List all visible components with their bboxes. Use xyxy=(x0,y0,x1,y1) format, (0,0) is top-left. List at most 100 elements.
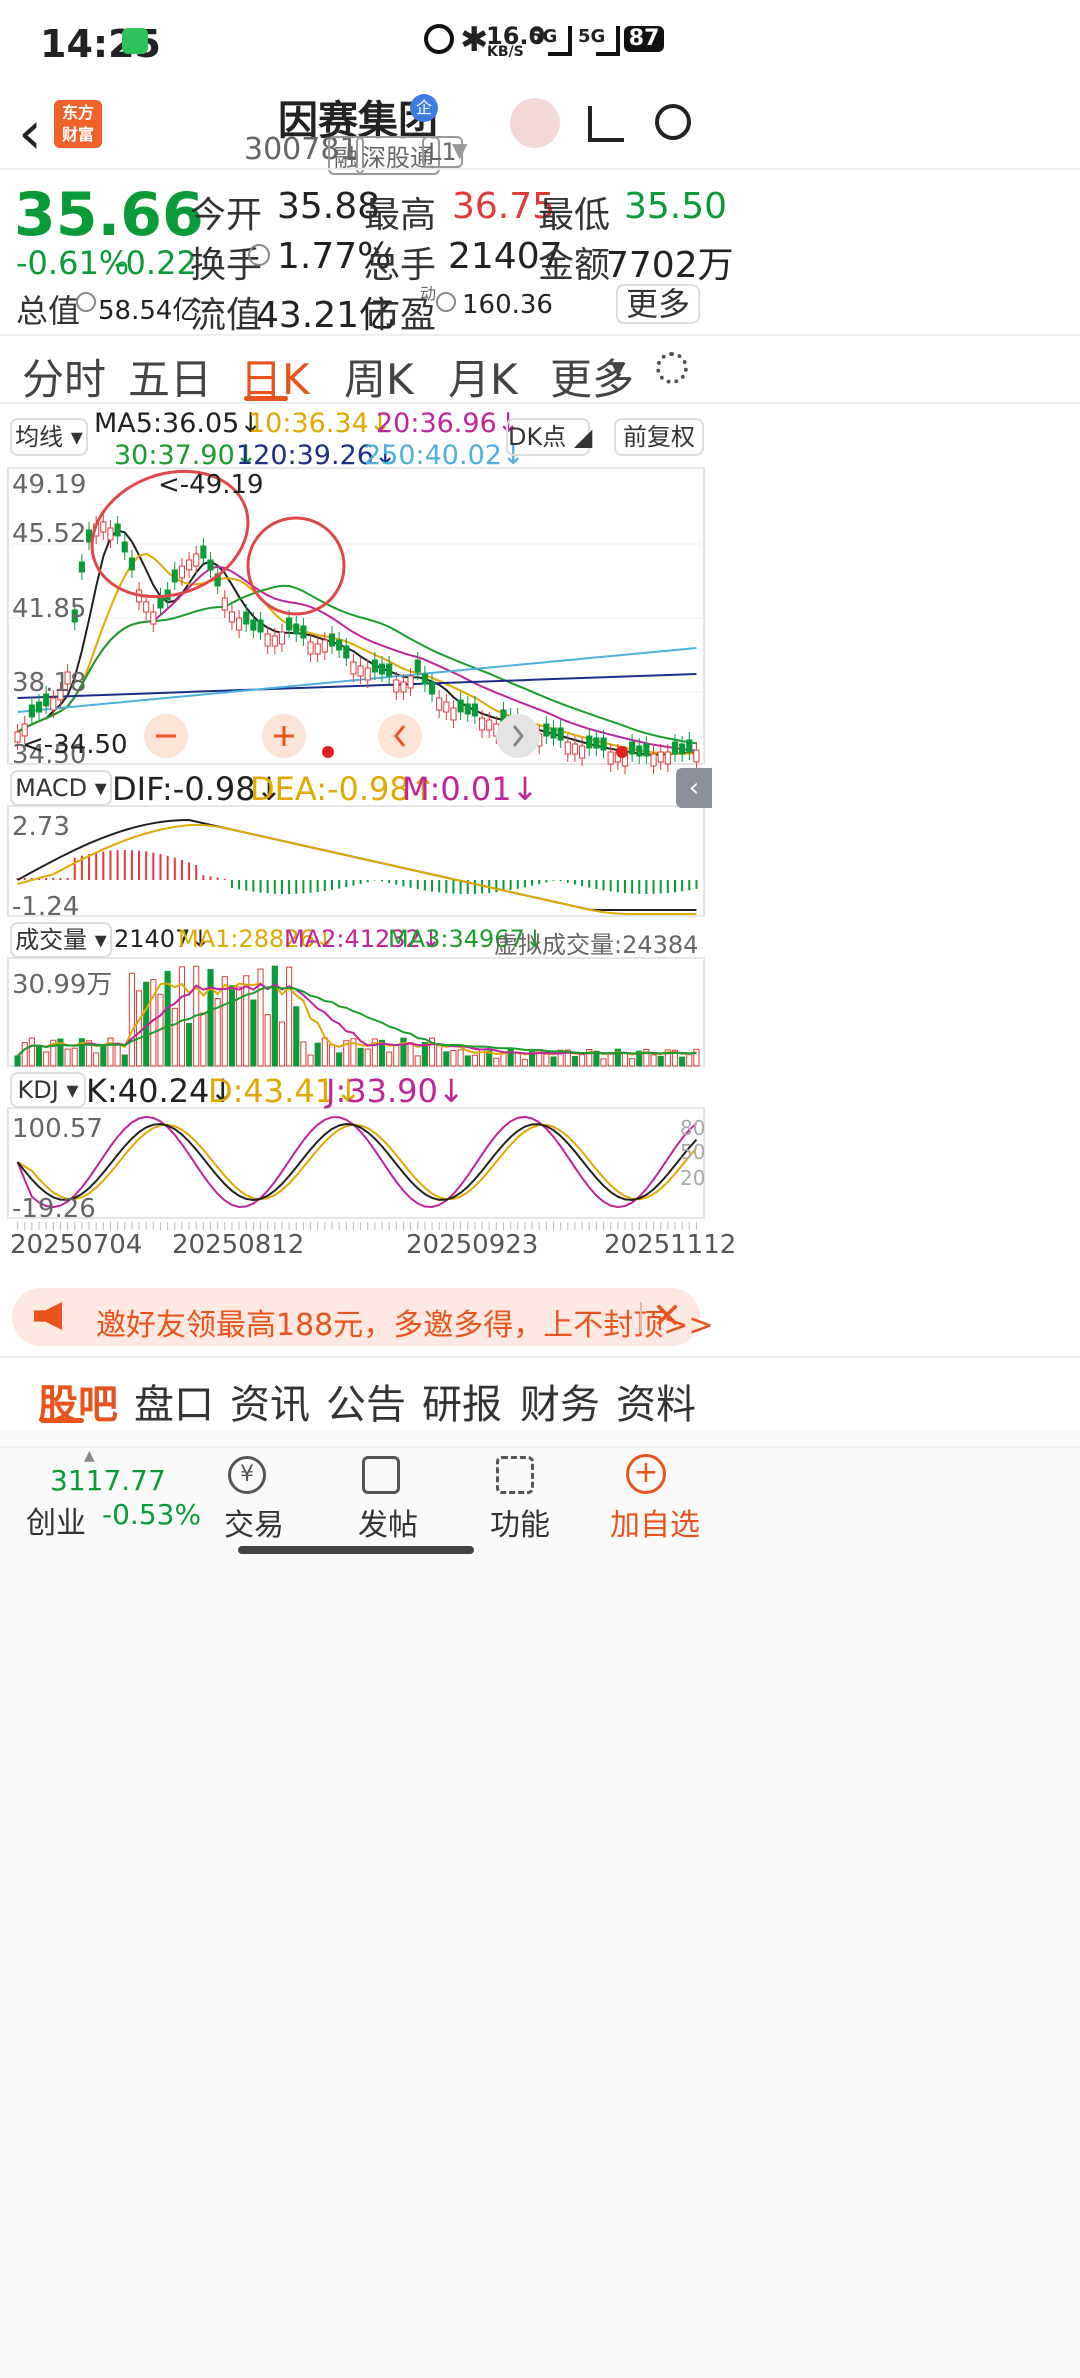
candle-body xyxy=(378,663,386,675)
post-icon[interactable] xyxy=(362,1456,400,1494)
info-icon[interactable] xyxy=(248,244,270,266)
high-label: 最高 xyxy=(364,195,437,236)
volume-bar xyxy=(100,1044,107,1067)
volume-bar xyxy=(293,1006,300,1067)
tab-financials[interactable]: 财务 xyxy=(520,1372,600,1430)
candle-body xyxy=(343,645,350,659)
candle-body xyxy=(579,745,586,759)
drawer-handle[interactable]: ‹ xyxy=(676,768,712,808)
candle-body xyxy=(471,703,478,717)
ma-selector[interactable]: 均线 ▾ xyxy=(10,418,88,456)
home-indicator xyxy=(238,1546,474,1554)
open-label: 今开 xyxy=(190,195,263,236)
assistant-avatar[interactable] xyxy=(510,98,560,148)
candle-body xyxy=(664,751,671,765)
info-icon-3[interactable] xyxy=(436,292,456,312)
share-icon[interactable] xyxy=(588,106,624,142)
scroll-right-button[interactable] xyxy=(496,714,540,758)
candle-body xyxy=(421,673,428,685)
scroll-left-button[interactable] xyxy=(378,714,422,758)
nav-functions[interactable]: 功能 xyxy=(490,1500,550,1544)
tab-research[interactable]: 研报 xyxy=(422,1372,502,1430)
tab-news[interactable]: 资讯 xyxy=(230,1372,310,1430)
kdj-ref-20: 20 xyxy=(680,1166,706,1190)
tab-announcements[interactable]: 公告 xyxy=(326,1372,406,1430)
volume-bar xyxy=(386,1051,393,1067)
back-icon[interactable]: ‹ xyxy=(18,98,42,168)
candle-body xyxy=(178,565,186,579)
kline-chart[interactable] xyxy=(0,462,712,1272)
macd-axis-top: 2.73 xyxy=(12,812,70,842)
candle-body xyxy=(286,617,293,631)
macd-selector[interactable]: MACD ▾ xyxy=(10,770,112,806)
tab-intraday[interactable]: 分时 xyxy=(22,346,106,407)
active-bottom-tab-underline xyxy=(40,1418,84,1423)
price-axis-top: 49.19 xyxy=(12,470,87,500)
date-label-1: 20250704 xyxy=(10,1230,143,1260)
volume-bar xyxy=(629,1058,636,1067)
alarm-icon xyxy=(424,24,454,54)
close-icon[interactable]: ✕ xyxy=(652,1296,682,1337)
candle-body xyxy=(321,639,328,653)
tab-orderbook[interactable]: 盘口 xyxy=(134,1372,214,1430)
volume-bar xyxy=(228,985,236,1067)
index-name: 创业 xyxy=(26,1506,86,1541)
add-watchlist-icon[interactable]: + xyxy=(626,1454,666,1494)
volume-bar xyxy=(207,969,214,1067)
nav-post[interactable]: 发帖 xyxy=(358,1500,418,1544)
trade-icon[interactable]: ¥ xyxy=(228,1456,266,1494)
candle-body xyxy=(236,617,243,631)
annotation-circle xyxy=(246,516,346,616)
vol-ma3-line xyxy=(16,985,697,1057)
volume-virtual: 虚拟成交量:24384 xyxy=(494,931,699,959)
nav-trade[interactable]: 交易 xyxy=(224,1500,284,1544)
tab-profile[interactable]: 资料 xyxy=(616,1372,696,1430)
functions-icon[interactable] xyxy=(496,1456,534,1494)
tab-five-day[interactable]: 五日 xyxy=(128,346,212,407)
candle-body xyxy=(50,697,57,711)
volume-bar xyxy=(571,1056,579,1067)
change-percent: -0.61% xyxy=(16,244,130,282)
ma5-line xyxy=(17,529,697,756)
collapse-caret[interactable]: ▲ xyxy=(84,1448,95,1464)
candle-body xyxy=(371,659,378,673)
adjust-button[interactable]: 前复权 xyxy=(614,418,704,456)
candle-body xyxy=(486,719,493,731)
settings-gear-icon[interactable] xyxy=(656,352,688,384)
promo-text[interactable]: 邀好友领最高188元，多邀多得，上不封顶>> xyxy=(96,1300,714,1344)
volume-ma-lines xyxy=(16,982,697,1057)
kdj-selector[interactable]: KDJ ▾ xyxy=(10,1072,86,1108)
dk-point-button[interactable]: DK点 ◢ xyxy=(506,418,592,456)
candle-body xyxy=(464,703,471,715)
candle-body xyxy=(264,633,271,647)
volume-bar xyxy=(493,1057,500,1067)
bluetooth-icon: ✱ xyxy=(460,20,489,60)
volume-bar xyxy=(321,1037,328,1067)
tabs-divider xyxy=(0,402,1080,404)
volume-bar xyxy=(93,1052,100,1067)
dea-line xyxy=(17,823,697,915)
volume-bar xyxy=(171,1007,178,1067)
volume-bar xyxy=(514,1051,521,1067)
index-value[interactable]: 3117.77 xyxy=(50,1464,166,1497)
candle-body xyxy=(600,737,607,751)
current-price: 35.66 xyxy=(14,180,204,250)
tab-monthly-k[interactable]: 月K xyxy=(448,346,518,407)
info-icon-2[interactable] xyxy=(76,292,96,312)
candle-body xyxy=(314,643,321,655)
volume-bar xyxy=(314,1042,321,1067)
volume-bar xyxy=(657,1055,664,1067)
volume-bar xyxy=(464,1055,471,1067)
more-button[interactable]: 更多 xyxy=(616,284,700,324)
kdj-axis-bottom: -19.26 xyxy=(12,1194,96,1224)
volume-selector[interactable]: 成交量 ▾ xyxy=(10,922,112,958)
chevron-down-icon[interactable]: ▼ xyxy=(452,138,467,162)
candle-body xyxy=(357,665,364,677)
nav-add-watchlist[interactable]: 加自选 xyxy=(610,1500,700,1544)
price-axis-4: 38.18 xyxy=(12,668,87,698)
ma250-line xyxy=(17,647,697,713)
search-icon[interactable] xyxy=(655,104,691,140)
tab-weekly-k[interactable]: 周K xyxy=(344,346,414,407)
volume-bar xyxy=(607,1052,614,1067)
candle-body xyxy=(336,639,343,651)
